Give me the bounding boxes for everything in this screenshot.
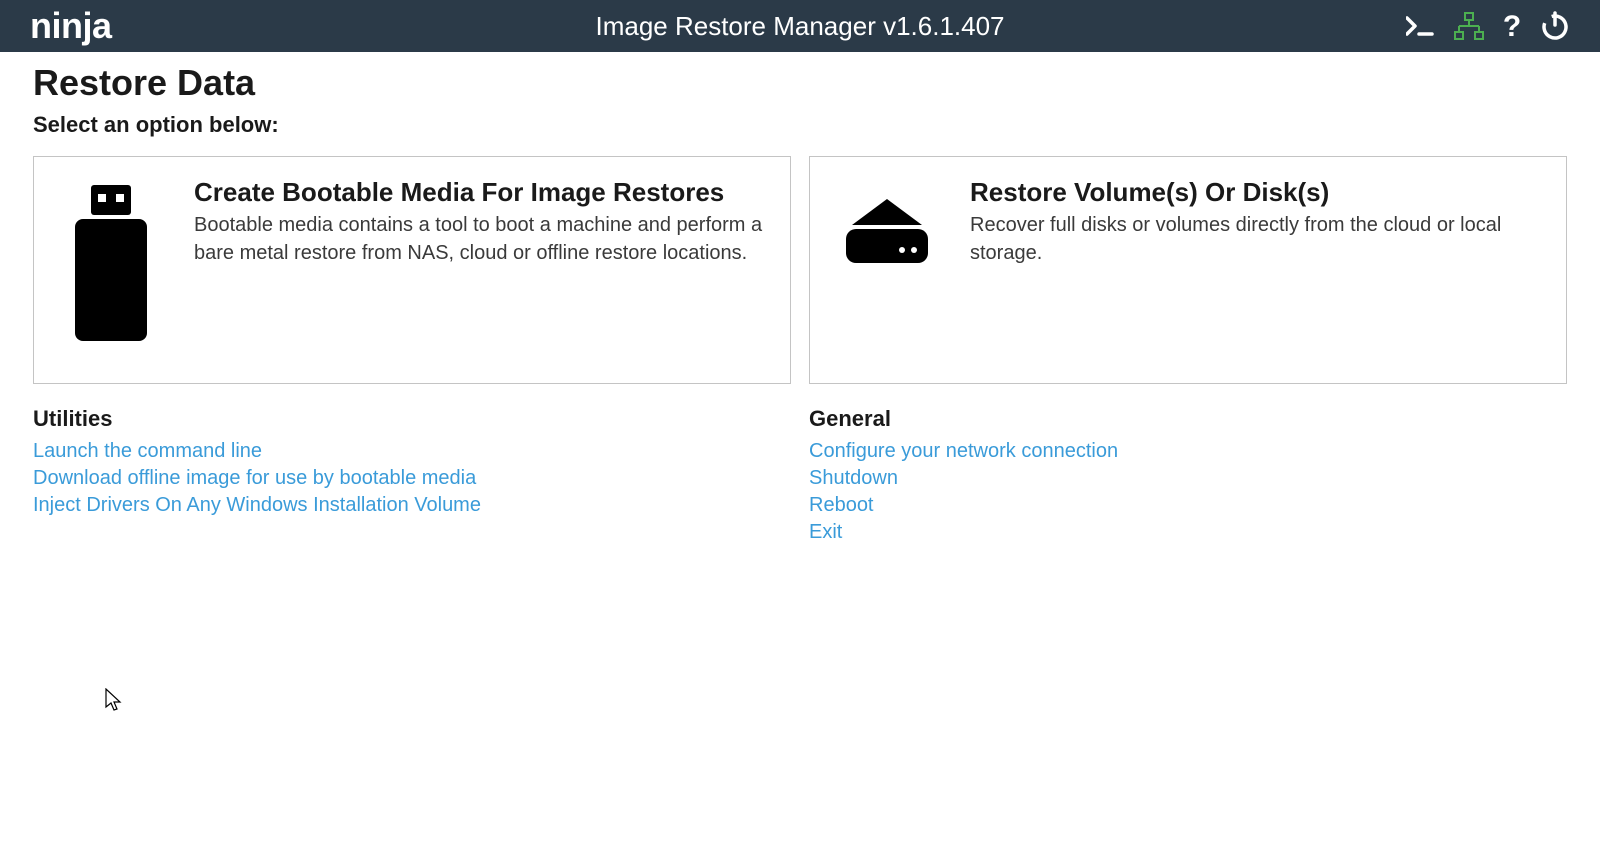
link-launch-cmd[interactable]: Launch the command line — [33, 438, 791, 465]
logo: ninja — [30, 8, 112, 44]
card-row: Create Bootable Media For Image Restores… — [33, 156, 1567, 384]
content: Restore Data Select an option below: Cre… — [0, 52, 1600, 546]
link-inject-drivers[interactable]: Inject Drivers On Any Windows Installati… — [33, 492, 791, 519]
terminal-icon[interactable] — [1406, 15, 1436, 37]
card-text: Restore Volume(s) Or Disk(s) Recover ful… — [970, 177, 1544, 363]
create-bootable-card[interactable]: Create Bootable Media For Image Restores… — [33, 156, 791, 384]
help-icon[interactable]: ? — [1502, 11, 1522, 41]
disk-icon — [832, 177, 942, 363]
link-download-offline[interactable]: Download offline image for use by bootab… — [33, 465, 791, 492]
card-title: Restore Volume(s) Or Disk(s) — [970, 177, 1544, 208]
card-desc: Recover full disks or volumes directly f… — [970, 212, 1544, 267]
restore-volumes-card[interactable]: Restore Volume(s) Or Disk(s) Recover ful… — [809, 156, 1567, 384]
general-column: General Configure your network connectio… — [809, 406, 1567, 546]
page-title: Restore Data — [33, 62, 1567, 104]
link-reboot[interactable]: Reboot — [809, 492, 1567, 519]
card-title: Create Bootable Media For Image Restores — [194, 177, 768, 208]
svg-text:?: ? — [1503, 11, 1521, 41]
page-subtitle: Select an option below: — [33, 112, 1567, 138]
link-network-config[interactable]: Configure your network connection — [809, 438, 1567, 465]
link-exit[interactable]: Exit — [809, 519, 1567, 546]
mouse-cursor — [105, 688, 125, 714]
app-title: Image Restore Manager v1.6.1.407 — [595, 11, 1004, 42]
utilities-list: Launch the command line Download offline… — [33, 438, 791, 519]
card-desc: Bootable media contains a tool to boot a… — [194, 212, 768, 267]
general-list: Configure your network connection Shutdo… — [809, 438, 1567, 546]
titlebar-actions: ? — [1406, 11, 1570, 41]
utilities-column: Utilities Launch the command line Downlo… — [33, 406, 791, 546]
usb-icon — [56, 177, 166, 363]
card-text: Create Bootable Media For Image Restores… — [194, 177, 768, 363]
power-icon[interactable] — [1540, 11, 1570, 41]
utilities-heading: Utilities — [33, 406, 791, 432]
network-icon[interactable] — [1454, 12, 1484, 40]
general-heading: General — [809, 406, 1567, 432]
link-shutdown[interactable]: Shutdown — [809, 465, 1567, 492]
titlebar: ninja Image Restore Manager v1.6.1.407 ? — [0, 0, 1600, 52]
link-columns: Utilities Launch the command line Downlo… — [33, 406, 1567, 546]
